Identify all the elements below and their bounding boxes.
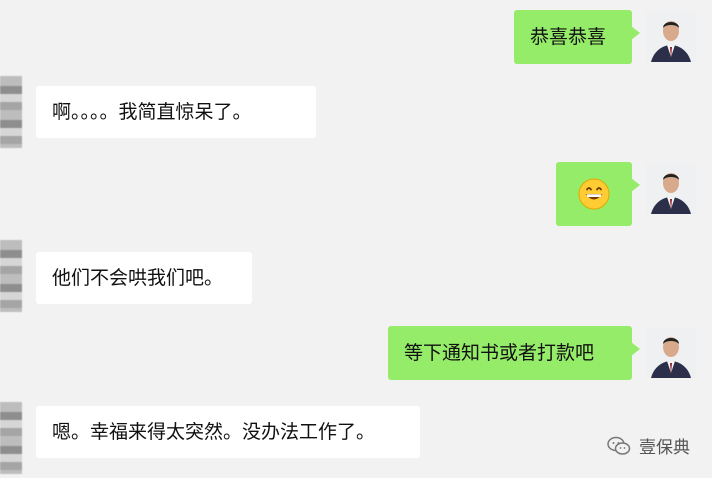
- message-text: 嗯。幸福来得太突然。没办法工作了。: [52, 420, 376, 443]
- message-bubble-incoming[interactable]: 啊。。。。我简直惊呆了。: [36, 86, 316, 138]
- contact-avatar-blurred[interactable]: [0, 76, 22, 148]
- sender-avatar[interactable]: [646, 328, 696, 378]
- chat-area: 恭喜恭喜 啊。。。。我简直惊呆了。 他们不会哄我们吧。 等下通知书或者打款吧 嗯…: [0, 0, 712, 478]
- contact-avatar-blurred[interactable]: [0, 240, 22, 312]
- message-text: 啊。。。。我简直惊呆了。: [52, 100, 252, 123]
- message-bubble-incoming[interactable]: 嗯。幸福来得太突然。没办法工作了。: [36, 406, 420, 458]
- watermark: 壹保典: [607, 433, 690, 458]
- message-text: 等下通知书或者打款吧: [404, 341, 595, 364]
- person-avatar-icon: [646, 12, 696, 62]
- message-bubble-outgoing[interactable]: 等下通知书或者打款吧: [388, 326, 640, 380]
- message-text: 他们不会哄我们吧。: [52, 266, 224, 289]
- message-bubble-outgoing[interactable]: 恭喜恭喜: [514, 10, 640, 64]
- watermark-text: 壹保典: [639, 438, 690, 458]
- sender-avatar[interactable]: [646, 164, 696, 214]
- sender-avatar[interactable]: [646, 12, 696, 62]
- contact-avatar-blurred[interactable]: [0, 402, 22, 474]
- message-bubble-outgoing[interactable]: [556, 162, 640, 226]
- message-text: 恭喜恭喜: [530, 25, 607, 48]
- wechat-icon: [607, 436, 631, 455]
- person-avatar-icon: [646, 328, 696, 378]
- person-avatar-icon: [646, 164, 696, 214]
- message-bubble-incoming[interactable]: 他们不会哄我们吧。: [36, 252, 252, 304]
- grinning-face-emoji: [578, 178, 610, 210]
